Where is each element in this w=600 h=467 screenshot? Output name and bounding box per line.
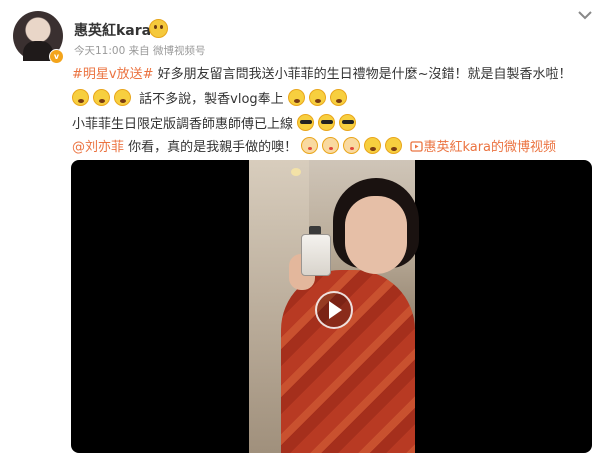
- post-text-line-1: #明星v放送# 好多朋友留言問我送小菲菲的生日禮物是什麼~沒錯！就是自製香水啦！: [72, 63, 572, 82]
- surprised-emoji-icon: [72, 89, 89, 106]
- mention-link[interactable]: @刘亦菲: [72, 140, 124, 155]
- cool-emoji-icon: [339, 114, 357, 131]
- perfume-bottle: [301, 234, 331, 276]
- post-text-line-3: 小菲菲生日限定版調香師惠師傅已上線: [72, 113, 360, 132]
- grin-emoji-icon: [308, 89, 326, 106]
- post-time: 今天11:00: [74, 45, 126, 57]
- surprised-emoji-icon: [93, 89, 110, 106]
- video-player[interactable]: [71, 160, 592, 453]
- kiss-emoji-icon: [301, 137, 319, 154]
- post-meta: 今天11:00 来自 微博视频号: [74, 43, 205, 58]
- video-link-label: 惠英紅kara的微博视频: [423, 140, 557, 155]
- grin-emoji-icon: [287, 89, 305, 106]
- cool-emoji-icon: [318, 114, 336, 131]
- video-link-icon: [410, 141, 424, 152]
- username[interactable]: 惠英紅kara: [74, 20, 151, 40]
- kiss-emoji-icon: [343, 137, 361, 154]
- post-text: 小菲菲生日限定版調香師惠師傅已上線: [72, 117, 294, 132]
- post-source[interactable]: 来自 微博视频号: [129, 45, 206, 57]
- chevron-down-icon[interactable]: [577, 9, 593, 21]
- grin-emoji-icon: [385, 137, 403, 154]
- post-text-line-4: @刘亦菲 你看，真的是我親手做的噢！ 惠英紅kara的微博视频: [72, 136, 556, 155]
- topic-link[interactable]: #明星v放送#: [72, 67, 153, 82]
- play-icon[interactable]: [315, 291, 353, 329]
- vip-emoji-icon: [149, 19, 168, 38]
- kiss-emoji-icon: [322, 137, 340, 154]
- video-link[interactable]: 惠英紅kara的微博视频: [410, 140, 556, 155]
- grin-emoji-icon: [364, 137, 382, 154]
- grin-emoji-icon: [329, 89, 347, 106]
- verified-badge-icon: v: [49, 49, 64, 64]
- post-text: 好多朋友留言問我送小菲菲的生日禮物是什麼~沒錯！就是自製香水啦！: [153, 67, 572, 82]
- cool-emoji-icon: [297, 114, 315, 131]
- surprised-emoji-icon: [114, 89, 131, 106]
- post-text-line-2: 話不多說，製香vlog奉上: [72, 88, 351, 107]
- post-text: 話不多說，製香vlog奉上: [139, 92, 284, 107]
- post-text: 你看，真的是我親手做的噢！: [124, 140, 298, 155]
